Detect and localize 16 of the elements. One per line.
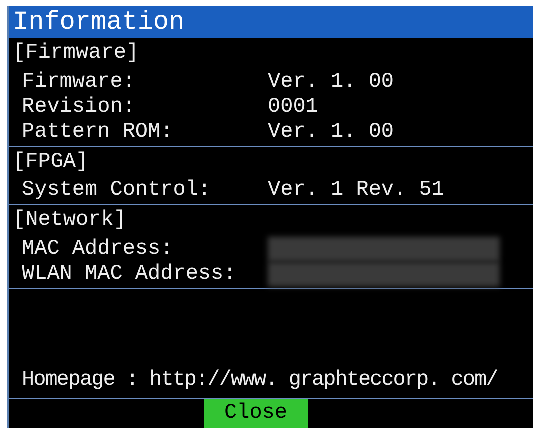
section-heading: [Network] (13, 208, 126, 233)
field-label: Revision: (22, 94, 136, 120)
field-value: Ver. 1. 00 (268, 70, 394, 94)
field-value: 0001 (268, 94, 318, 120)
field-label: Pattern ROM: (22, 120, 174, 144)
homepage-text: Homepage : http://www. graphteccorp. com/ (22, 368, 498, 394)
field-value: Ver. 1. 00 (268, 120, 394, 144)
field-label: System Control: (22, 178, 212, 203)
field-label: WLAN MAC Address: (22, 262, 238, 286)
close-button[interactable]: Close (204, 399, 308, 428)
section-heading: [Firmware] (13, 41, 140, 66)
section-heading: [FPGA] (13, 150, 89, 174)
field-value: Ver. 1 Rev. 51 (268, 178, 444, 203)
window-title: Information (9, 6, 533, 38)
field-label: Firmware: (22, 70, 136, 94)
field-label: MAC Address: (22, 236, 174, 262)
